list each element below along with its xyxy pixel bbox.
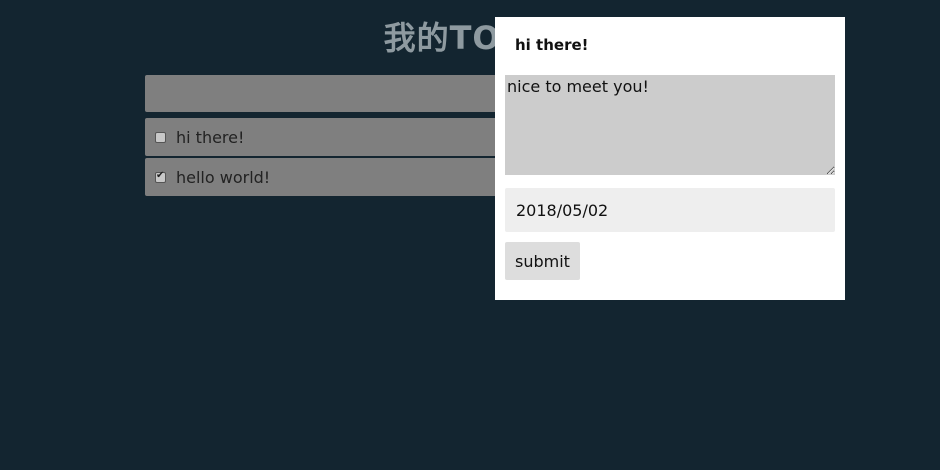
todo-text: hi there!: [176, 127, 245, 147]
todo-checkbox[interactable]: [155, 170, 166, 183]
page: 我的TODO hi there! hello world! hi there! …: [0, 0, 940, 470]
modal-title: hi there!: [515, 36, 589, 54]
edit-todo-modal: hi there! nice to meet you! submit: [495, 17, 845, 300]
date-input[interactable]: [505, 188, 835, 232]
todo-checkbox[interactable]: [155, 131, 166, 143]
description-textarea[interactable]: nice to meet you!: [505, 75, 835, 175]
todo-text: hello world!: [176, 167, 271, 187]
submit-button[interactable]: submit: [505, 242, 580, 280]
